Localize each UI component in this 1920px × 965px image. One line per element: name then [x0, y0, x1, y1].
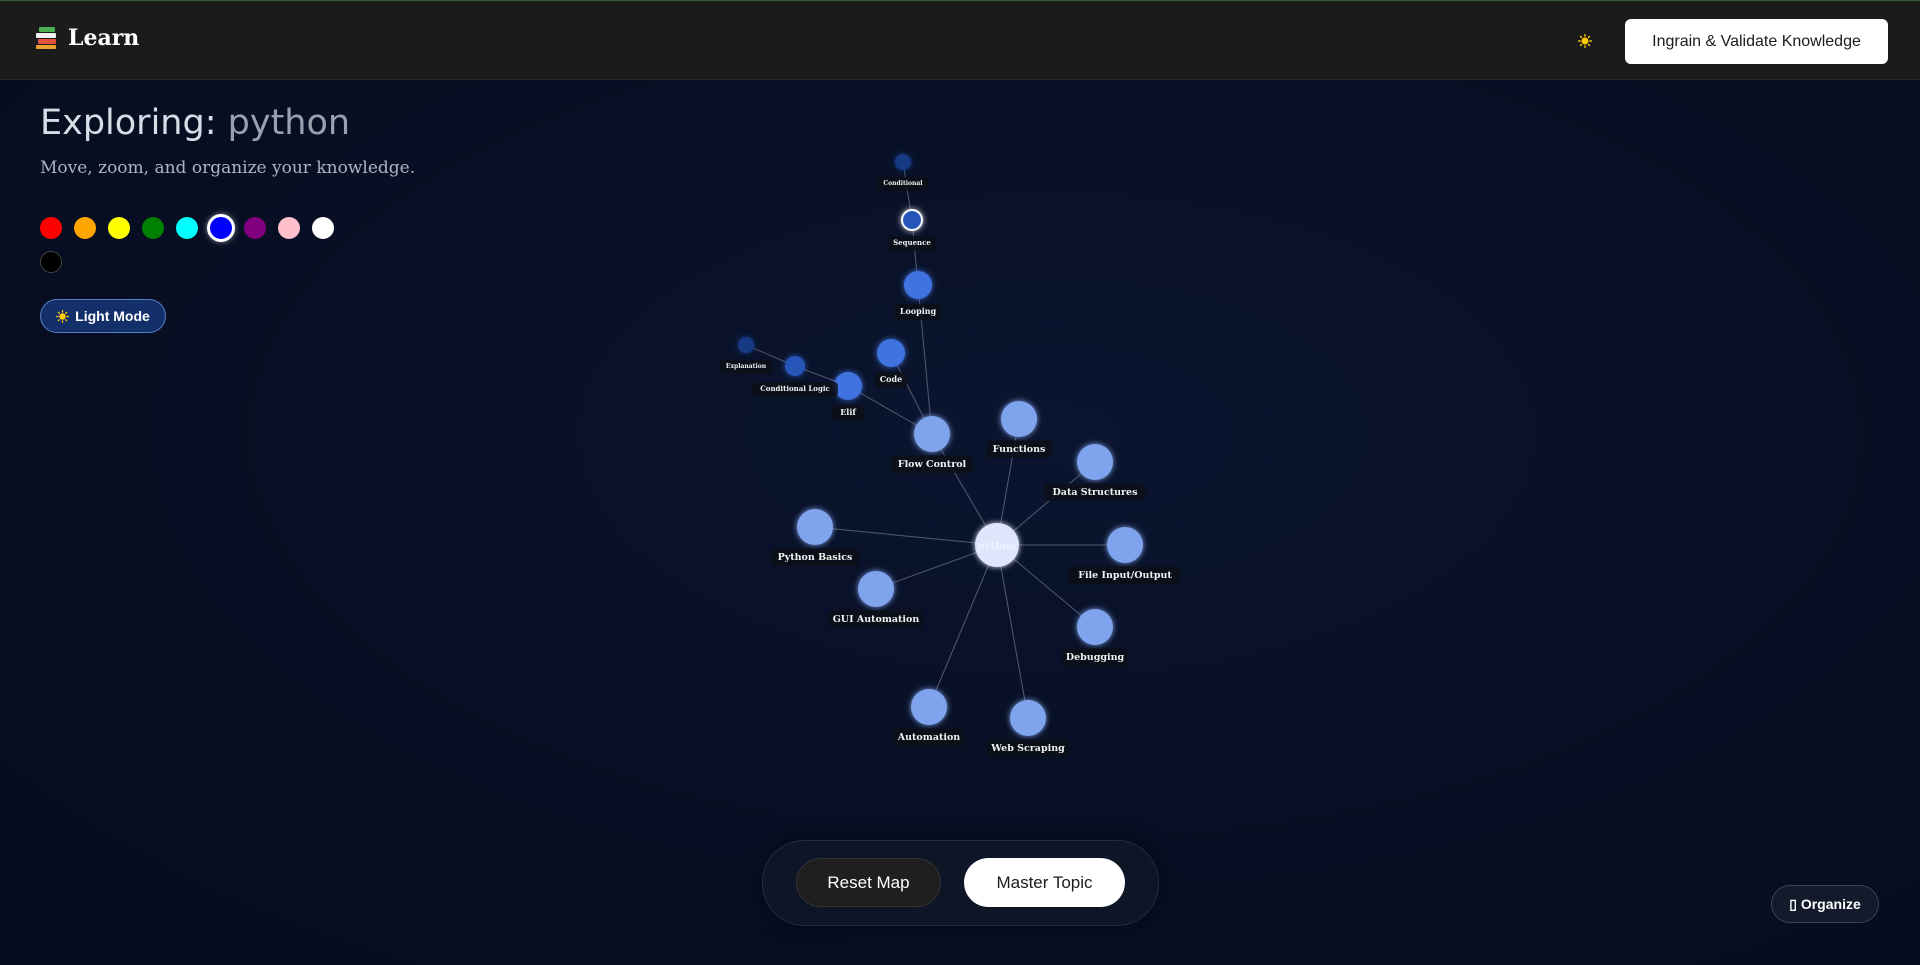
- node-circle[interactable]: [1107, 527, 1143, 563]
- graph-node-looping[interactable]: Looping: [894, 271, 942, 320]
- node-label: Python Basics: [778, 552, 853, 563]
- graph-node-python[interactable]: python: [975, 523, 1019, 567]
- node-label: Conditional: [883, 180, 923, 187]
- graph-node-automation[interactable]: Automation: [893, 689, 965, 746]
- graph-edge-python-to-automation: [928, 544, 998, 708]
- node-label: Sequence: [893, 238, 931, 247]
- node-label: File Input/Output: [1078, 570, 1172, 581]
- reset-map-button[interactable]: Reset Map: [796, 858, 941, 907]
- map-controls: Reset Map Master Topic: [762, 840, 1159, 926]
- graph-node-debugging[interactable]: Debugging: [1062, 609, 1128, 666]
- node-circle[interactable]: [858, 571, 894, 607]
- node-label: Elif: [840, 407, 856, 417]
- node-label: Flow Control: [898, 459, 967, 470]
- graph-node-functions[interactable]: Functions: [986, 401, 1052, 458]
- node-circle[interactable]: [904, 271, 932, 299]
- node-label: Debugging: [1066, 652, 1125, 663]
- graph-node-conditional[interactable]: Conditional: [876, 154, 930, 191]
- node-label: Explanation: [726, 363, 767, 370]
- master-topic-button[interactable]: Master Topic: [964, 858, 1125, 907]
- node-label: python: [978, 541, 1017, 552]
- node-circle[interactable]: [911, 689, 947, 725]
- node-label: Looping: [900, 306, 937, 316]
- node-label: GUI Automation: [833, 614, 920, 625]
- node-label: Conditional Logic: [760, 384, 830, 393]
- graph-edge-python-to-python-basics: [814, 526, 998, 546]
- graph-node-data-structures[interactable]: Data Structures: [1044, 444, 1146, 501]
- node-circle[interactable]: [1010, 700, 1046, 736]
- node-circle[interactable]: [1077, 444, 1113, 480]
- node-circle[interactable]: [901, 209, 923, 231]
- node-circle[interactable]: [877, 339, 905, 367]
- graph-node-gui-automation[interactable]: GUI Automation: [828, 571, 924, 628]
- graph-node-file-input-output[interactable]: File Input/Output: [1068, 527, 1182, 584]
- graph-node-flow-control[interactable]: Flow Control: [890, 416, 974, 473]
- organize-button[interactable]: ▯ Organize: [1771, 885, 1879, 923]
- graph-node-elif[interactable]: Elif: [832, 372, 864, 421]
- graph-node-sequence[interactable]: Sequence: [888, 209, 936, 251]
- graph-node-web-scraping[interactable]: Web Scraping: [986, 700, 1070, 757]
- node-circle[interactable]: [895, 154, 911, 170]
- graph-node-code[interactable]: Code: [875, 339, 907, 388]
- node-circle[interactable]: [914, 416, 950, 452]
- node-label: Code: [880, 374, 902, 384]
- node-circle[interactable]: [834, 372, 862, 400]
- node-circle[interactable]: [1077, 609, 1113, 645]
- node-circle[interactable]: [785, 356, 805, 376]
- graph-node-explanation[interactable]: Explanation: [719, 337, 773, 374]
- node-circle[interactable]: [797, 509, 833, 545]
- node-circle[interactable]: [738, 337, 754, 353]
- node-label: Web Scraping: [990, 743, 1065, 754]
- graph-node-python-basics[interactable]: Python Basics: [770, 509, 860, 566]
- node-circle[interactable]: [1001, 401, 1037, 437]
- node-label: Data Structures: [1053, 487, 1138, 498]
- node-label: Functions: [993, 444, 1046, 455]
- node-label: Automation: [897, 732, 961, 743]
- graph-edge-python-to-web-scraping: [996, 544, 1029, 719]
- knowledge-graph[interactable]: python Flow Control Functions Data Structur…: [0, 0, 1920, 965]
